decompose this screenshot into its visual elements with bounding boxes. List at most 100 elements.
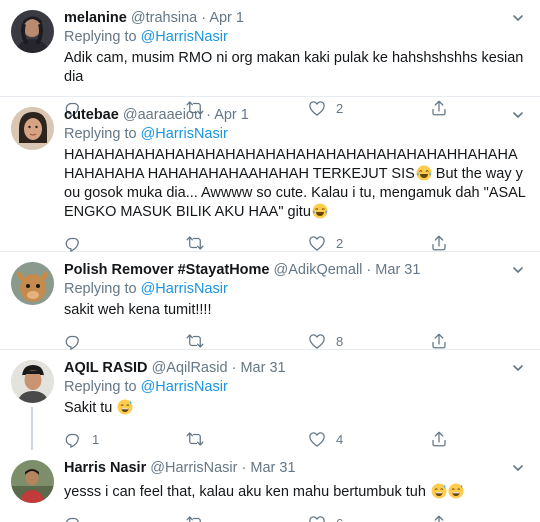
replying-to: Replying to @HarrisNasir — [64, 28, 526, 47]
reply-icon — [64, 514, 82, 522]
like-button[interactable]: 4 — [308, 430, 343, 448]
retweet-button[interactable] — [186, 234, 214, 252]
tweet-text: sakit weh kena tumit!!!! — [64, 302, 212, 318]
reply-icon — [64, 332, 82, 350]
tweet-text-part: yesss i can feel that, kalau aku ken mah… — [64, 484, 430, 500]
like-count: 8 — [336, 333, 344, 349]
tweet-text: Sakit tu — [64, 399, 526, 418]
mention-link[interactable]: @HarrisNasir — [141, 379, 228, 395]
like-icon — [308, 234, 326, 252]
replying-to-label: Replying to — [64, 126, 141, 142]
like-icon — [308, 430, 326, 448]
like-icon — [308, 514, 326, 522]
tweet-text-part: Sakit tu — [64, 400, 117, 416]
like-count: 2 — [336, 235, 344, 251]
replying-to: Replying to @HarrisNasir — [64, 125, 526, 144]
username[interactable]: @HarrisNasir — [150, 460, 237, 476]
replying-to-label: Replying to — [64, 281, 141, 297]
tweet-text: HAHAHAHAHAHAHAHAHAHAHAHAHAHAHAHAHAHAHAHH… — [64, 146, 526, 222]
username[interactable]: @AqilRasid — [152, 360, 228, 376]
avatar[interactable] — [11, 107, 54, 150]
share-icon — [430, 234, 448, 252]
display-name[interactable]: AQIL RASID — [64, 360, 148, 376]
share-icon — [430, 332, 448, 350]
sweat-smile-emoji — [117, 399, 133, 415]
replying-to: Replying to @HarrisNasir — [64, 280, 526, 299]
display-name[interactable]: Polish Remover #StayatHome — [64, 262, 270, 278]
username[interactable]: @trahsina — [131, 10, 197, 26]
tweet-header: Polish Remover #StayatHome @AdikQemall ·… — [64, 261, 526, 280]
retweet-button[interactable] — [186, 430, 214, 448]
tears-of-joy-emoji — [312, 203, 328, 219]
reply-icon — [64, 234, 82, 252]
tweet-header: AQIL RASID @AqilRasid · Mar 31 — [64, 359, 526, 378]
tweet-text: yesss i can feel that, kalau aku ken mah… — [64, 483, 526, 502]
reply-icon — [64, 430, 82, 448]
like-button[interactable]: 2 — [308, 234, 343, 252]
tweet[interactable]: Harris Nasir @HarrisNasir · Mar 31 yesss… — [0, 450, 540, 522]
chevron-down-icon[interactable] — [512, 12, 524, 24]
tweet-header: cutebae @aaraaeiou · Apr 1 — [64, 106, 526, 125]
timestamp[interactable]: Mar 31 — [375, 262, 420, 278]
like-button[interactable]: 8 — [308, 332, 343, 350]
like-icon — [308, 332, 326, 350]
tweet-header: Harris Nasir @HarrisNasir · Mar 31 — [64, 459, 526, 478]
retweet-icon — [186, 514, 204, 522]
tweet-header: melanine @trahsina · Apr 1 — [64, 9, 526, 28]
separator: · — [201, 10, 207, 26]
chevron-down-icon[interactable] — [512, 264, 524, 276]
separator: · — [231, 360, 237, 376]
reply-button[interactable] — [64, 234, 92, 252]
like-count: 6 — [336, 516, 343, 522]
replying-to-label: Replying to — [64, 379, 141, 395]
reply-button[interactable] — [64, 332, 92, 350]
chevron-down-icon[interactable] — [512, 109, 524, 121]
mention-link[interactable]: @HarrisNasir — [141, 126, 228, 142]
reply-button[interactable] — [64, 514, 92, 522]
username[interactable]: @AdikQemall — [274, 262, 363, 278]
tweet[interactable]: Polish Remover #StayatHome @AdikQemall ·… — [0, 252, 540, 350]
replying-to-label: Replying to — [64, 29, 141, 45]
like-button[interactable]: 6 — [308, 514, 343, 522]
separator: · — [366, 262, 372, 278]
retweet-button[interactable] — [186, 332, 214, 350]
display-name[interactable]: melanine — [64, 10, 127, 26]
avatar[interactable] — [11, 460, 54, 503]
retweet-icon — [186, 234, 204, 252]
sweat-smile-emoji — [448, 483, 464, 499]
reply-timeline: melanine @trahsina · Apr 1 Replying to @… — [0, 0, 540, 522]
chevron-down-icon[interactable] — [512, 462, 524, 474]
tweet[interactable]: AQIL RASID @AqilRasid · Mar 31 Replying … — [0, 350, 540, 450]
timestamp[interactable]: Mar 31 — [240, 360, 285, 376]
retweet-icon — [186, 332, 204, 350]
timestamp[interactable]: Apr 1 — [214, 107, 249, 123]
reply-button[interactable]: 1 — [64, 430, 99, 448]
share-button[interactable] — [430, 430, 448, 448]
replying-to: Replying to @HarrisNasir — [64, 378, 526, 397]
mention-link[interactable]: @HarrisNasir — [141, 281, 228, 297]
separator: · — [241, 460, 247, 476]
avatar[interactable] — [11, 262, 54, 305]
timestamp[interactable]: Mar 31 — [250, 460, 295, 476]
username[interactable]: @aaraaeiou — [123, 107, 202, 123]
tweet-actions: 6 — [64, 508, 526, 522]
share-button[interactable] — [430, 234, 448, 252]
reply-count: 1 — [92, 431, 100, 447]
avatar[interactable] — [11, 360, 54, 403]
tweet[interactable]: cutebae @aaraaeiou · Apr 1 Replying to @… — [0, 97, 540, 252]
retweet-button[interactable] — [186, 514, 214, 522]
like-count: 4 — [336, 431, 344, 447]
tweet[interactable]: melanine @trahsina · Apr 1 Replying to @… — [0, 0, 540, 97]
chevron-down-icon[interactable] — [512, 362, 524, 374]
thread-connector — [31, 407, 33, 450]
timestamp[interactable]: Apr 1 — [209, 10, 244, 26]
display-name[interactable]: Harris Nasir — [64, 460, 146, 476]
sweat-smile-emoji — [431, 483, 447, 499]
separator: · — [206, 107, 211, 123]
avatar[interactable] — [11, 10, 54, 53]
share-button[interactable] — [430, 514, 448, 522]
share-button[interactable] — [430, 332, 448, 350]
display-name[interactable]: cutebae — [64, 107, 119, 123]
mention-link[interactable]: @HarrisNasir — [141, 29, 228, 45]
tweet-text: Adik cam, musim RMO ni org makan kaki pu… — [64, 50, 524, 85]
